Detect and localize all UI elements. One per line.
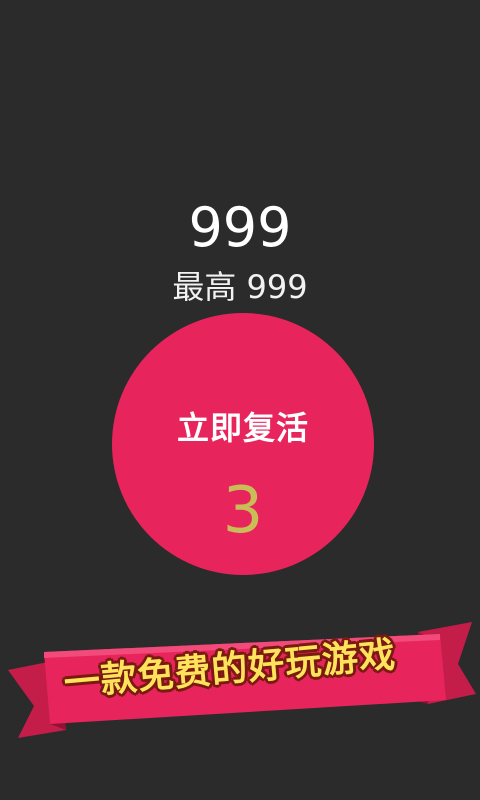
current-score: 999	[188, 196, 292, 259]
game-over-screen: 999 最高 999 立即复活 3 一款免费的好玩游戏	[0, 0, 480, 800]
revive-label: 立即复活	[176, 409, 309, 447]
best-score: 最高 999	[172, 268, 308, 306]
promo-ribbon-banner: 一款免费的好玩游戏	[0, 620, 480, 750]
revive-countdown: 3	[222, 474, 264, 548]
revive-button[interactable]: 立即复活 3	[112, 313, 374, 575]
